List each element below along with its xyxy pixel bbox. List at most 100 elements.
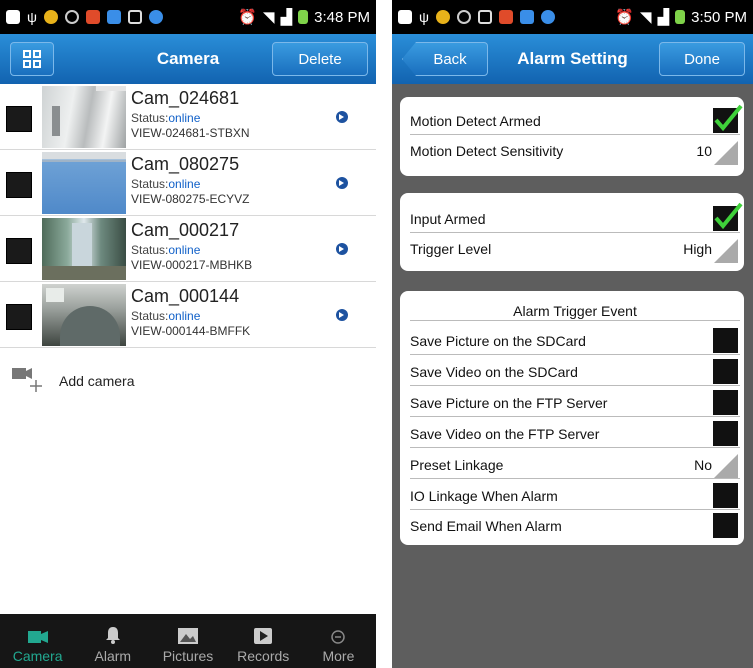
app-icon (456, 10, 471, 24)
camera-thumbnail (42, 218, 126, 280)
camera-id: VIEW-000217-MBHKB (131, 258, 253, 272)
row-label: Save Video on the SDCard (410, 364, 578, 380)
camera-name: Cam_000217 (131, 220, 240, 240)
io-linkage-row[interactable]: IO Linkage When Alarm (410, 480, 740, 510)
input-armed-card: Input Armed Trigger Level High (400, 193, 744, 271)
save-video-sd-checkbox[interactable] (713, 359, 738, 384)
row-label: Preset Linkage (410, 457, 504, 473)
camera-id: VIEW-080275-ECYVZ (131, 192, 250, 206)
clock-time: 3:50 PM (691, 8, 747, 26)
top-nav-bar: Back Alarm Setting Done (392, 34, 753, 84)
tab-label: Camera (12, 648, 63, 664)
record-icon (254, 628, 273, 644)
image-icon (477, 10, 492, 24)
camera-row[interactable]: Cam_080275 Status:online VIEW-080275-ECY… (0, 150, 376, 216)
camera-id: VIEW-000144-BMFFK (131, 324, 251, 338)
app-icon (498, 10, 513, 24)
tab-label: Alarm (94, 648, 132, 664)
camera-list-screen: ψ ⏰ ◥ ▟ 3:48 PM Camera Delete Cam_024681… (0, 0, 376, 668)
camera-status: Status:online (131, 177, 201, 191)
row-label: Save Video on the FTP Server (410, 426, 600, 442)
preset-linkage-row[interactable]: Preset Linkage No (410, 449, 740, 479)
camera-row[interactable]: Cam_024681 Status:online VIEW-024681-STB… (0, 84, 376, 150)
save-picture-ftp-row[interactable]: Save Picture on the FTP Server (410, 387, 740, 417)
camera-name: Cam_080275 (131, 154, 240, 174)
grid-icon (23, 50, 41, 68)
select-checkbox[interactable] (6, 238, 32, 264)
bottom-tab-bar: Camera Alarm Pictures Records More (0, 614, 376, 668)
trigger-level-row[interactable]: Trigger Level High (410, 233, 740, 263)
camera-list: Cam_024681 Status:online VIEW-024681-STB… (0, 84, 376, 348)
grid-view-button[interactable] (10, 42, 54, 76)
tab-label: Pictures (162, 648, 214, 664)
save-video-ftp-checkbox[interactable] (713, 421, 738, 446)
chevron-right-icon[interactable] (336, 243, 348, 255)
add-camera-button[interactable]: Add camera (0, 360, 376, 400)
camera-status: Status:online (131, 243, 201, 257)
select-checkbox[interactable] (6, 304, 32, 330)
send-email-checkbox[interactable] (713, 513, 738, 538)
delete-button[interactable]: Delete (272, 42, 368, 76)
input-armed-checkbox[interactable] (713, 202, 743, 231)
tab-pictures[interactable]: Pictures (150, 614, 225, 668)
save-video-ftp-row[interactable]: Save Video on the FTP Server (410, 418, 740, 448)
row-label: Save Picture on the SDCard (410, 333, 586, 349)
tab-camera[interactable]: Camera (0, 614, 75, 668)
send-email-row[interactable]: Send Email When Alarm (410, 510, 740, 540)
image-icon (127, 10, 142, 24)
alarm-setting-screen: ψ ⏰ ◥ ▟ 3:50 PM Back Alarm Setting Done … (392, 0, 753, 668)
motion-sensitivity-label: Motion Detect Sensitivity (410, 143, 564, 159)
add-camera-label: Add camera (59, 373, 135, 389)
chevron-right-icon[interactable] (336, 177, 348, 189)
battery-icon (298, 10, 309, 24)
app-icon (64, 10, 79, 24)
motion-sensitivity-row[interactable]: Motion Detect Sensitivity 10 (410, 135, 740, 165)
alarm-trigger-event-card: Alarm Trigger Event Save Picture on the … (400, 291, 744, 545)
chevron-right-icon[interactable] (336, 309, 348, 321)
dropdown-corner-icon[interactable] (714, 141, 738, 165)
battery-icon (675, 10, 686, 24)
save-picture-sd-checkbox[interactable] (713, 328, 738, 353)
camera-row[interactable]: Cam_000217 Status:online VIEW-000217-MBH… (0, 216, 376, 282)
tab-more[interactable]: More (301, 614, 376, 668)
alarm-clock-icon: ⏰ (615, 9, 635, 26)
chevron-right-icon[interactable] (336, 111, 348, 123)
dropdown-corner-icon[interactable] (714, 454, 738, 478)
done-button[interactable]: Done (659, 42, 745, 76)
dropdown-corner-icon[interactable] (714, 239, 738, 263)
row-label: Save Picture on the FTP Server (410, 395, 608, 411)
wifi-icon: ◥ (640, 9, 652, 26)
camera-thumbnail (42, 152, 126, 214)
row-label: IO Linkage When Alarm (410, 488, 558, 504)
save-picture-ftp-checkbox[interactable] (713, 390, 738, 415)
select-checkbox[interactable] (6, 172, 32, 198)
camera-row[interactable]: Cam_000144 Status:online VIEW-000144-BMF… (0, 282, 376, 348)
app-icon (85, 10, 100, 24)
status-bar: ψ ⏰ ◥ ▟ 3:50 PM (392, 0, 753, 34)
alarm-clock-icon: ⏰ (238, 9, 258, 26)
notification-icon (398, 10, 412, 24)
section-title: Alarm Trigger Event (410, 295, 740, 321)
preset-linkage-value: No (694, 457, 712, 473)
trigger-level-value: High (683, 241, 712, 257)
back-button[interactable]: Back (402, 42, 488, 76)
camera-icon (27, 631, 48, 643)
input-armed-label: Input Armed (410, 211, 486, 227)
save-video-sd-row[interactable]: Save Video on the SDCard (410, 356, 740, 386)
input-armed-row[interactable]: Input Armed (410, 202, 743, 233)
status-value: online (168, 111, 201, 125)
status-value: online (168, 309, 201, 323)
tab-alarm[interactable]: Alarm (75, 614, 150, 668)
tab-records[interactable]: Records (226, 614, 301, 668)
camera-name: Cam_024681 (131, 88, 240, 108)
select-checkbox[interactable] (6, 106, 32, 132)
motion-armed-row[interactable]: Motion Detect Armed (410, 104, 743, 135)
camera-status: Status:online (131, 111, 201, 125)
io-linkage-checkbox[interactable] (713, 483, 738, 508)
usb-icon: ψ (419, 9, 429, 25)
signal-icon: ▟ (657, 9, 670, 26)
usb-icon: ψ (27, 9, 37, 25)
motion-armed-checkbox[interactable] (713, 104, 743, 133)
status-bar: ψ ⏰ ◥ ▟ 3:48 PM (0, 0, 376, 34)
save-picture-sd-row[interactable]: Save Picture on the SDCard (410, 325, 740, 355)
